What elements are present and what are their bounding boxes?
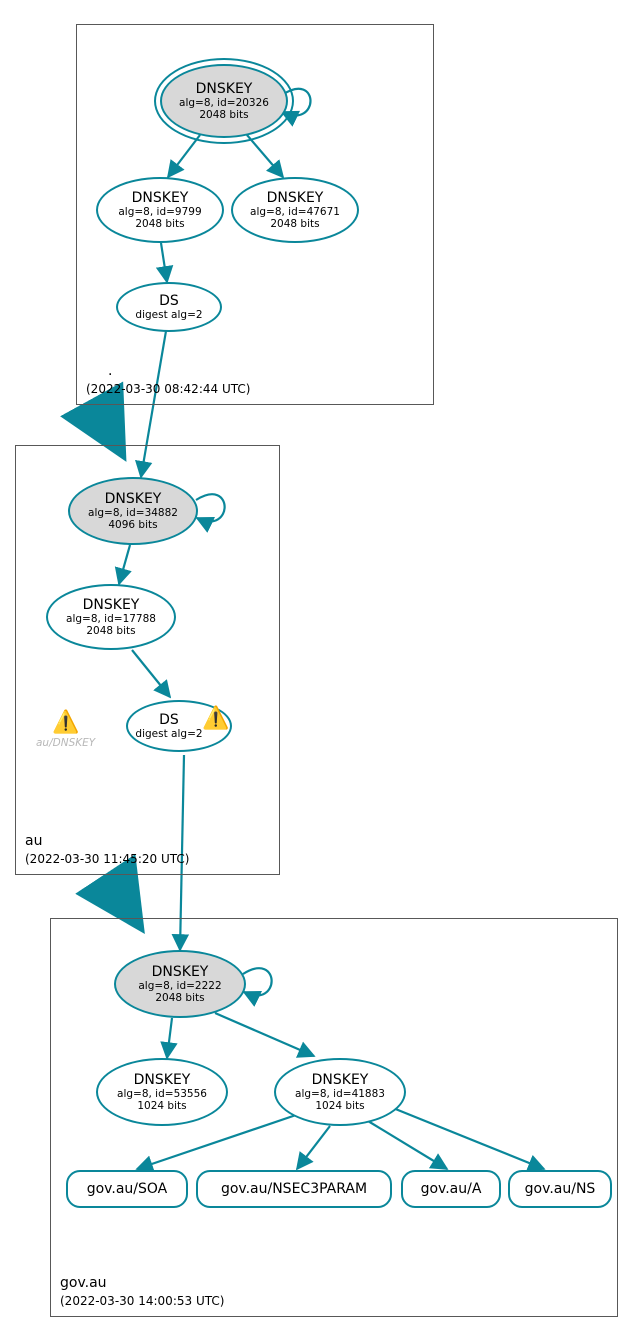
root-ksk-node[interactable]: DNSKEY alg=8, id=20326 2048 bits xyxy=(160,64,288,138)
zone-au-label: au xyxy=(25,833,42,849)
warning-icon[interactable]: ⚠️ xyxy=(52,712,79,734)
au-ksk-line2: 4096 bits xyxy=(108,519,157,531)
root-extra-title: DNSKEY xyxy=(267,190,324,206)
govau-ksk-node[interactable]: DNSKEY alg=8, id=2222 2048 bits xyxy=(114,950,246,1018)
govau-ksk-line2: 2048 bits xyxy=(155,992,204,1004)
au-ksk-line1: alg=8, id=34882 xyxy=(88,507,178,519)
au-dnskey-insecure-label: au/DNSKEY xyxy=(36,737,95,749)
root-ksk-line1: alg=8, id=20326 xyxy=(179,97,269,109)
warning-icon[interactable]: ⚠️ xyxy=(202,708,229,730)
record-a[interactable]: gov.au/A xyxy=(401,1170,501,1208)
au-zsk-line2: 2048 bits xyxy=(86,625,135,637)
record-ns[interactable]: gov.au/NS xyxy=(508,1170,612,1208)
au-ksk-title: DNSKEY xyxy=(105,491,162,507)
au-ds-title: DS xyxy=(159,712,179,728)
govau-zsk2-line1: alg=8, id=41883 xyxy=(295,1088,385,1100)
zone-au-timestamp: (2022-03-30 11:45:20 UTC) xyxy=(25,852,189,866)
dnssec-graph-canvas: . (2022-03-30 08:42:44 UTC) au (2022-03-… xyxy=(0,0,640,1333)
au-zsk-line1: alg=8, id=17788 xyxy=(66,613,156,625)
root-ksk-title: DNSKEY xyxy=(196,81,253,97)
root-zsk-title: DNSKEY xyxy=(132,190,189,206)
au-zsk-node[interactable]: DNSKEY alg=8, id=17788 2048 bits xyxy=(46,584,176,650)
govau-zsk1-title: DNSKEY xyxy=(134,1072,191,1088)
zone-govau-label: gov.au xyxy=(60,1275,107,1291)
govau-zsk2-title: DNSKEY xyxy=(312,1072,369,1088)
zone-govau-timestamp: (2022-03-30 14:00:53 UTC) xyxy=(60,1294,224,1308)
record-nsec3param[interactable]: gov.au/NSEC3PARAM xyxy=(196,1170,392,1208)
root-extra-line2: 2048 bits xyxy=(270,218,319,230)
govau-zsk2-line2: 1024 bits xyxy=(315,1100,364,1112)
au-ksk-node[interactable]: DNSKEY alg=8, id=34882 4096 bits xyxy=(68,477,198,545)
govau-ksk-line1: alg=8, id=2222 xyxy=(138,980,221,992)
zone-root-label: . xyxy=(108,363,112,379)
govau-zsk1-line2: 1024 bits xyxy=(137,1100,186,1112)
root-extra-dnskey-node[interactable]: DNSKEY alg=8, id=47671 2048 bits xyxy=(231,177,359,243)
root-ds-title: DS xyxy=(159,293,179,309)
record-soa[interactable]: gov.au/SOA xyxy=(66,1170,188,1208)
govau-ksk-title: DNSKEY xyxy=(152,964,209,980)
root-zsk-line1: alg=8, id=9799 xyxy=(118,206,201,218)
root-ksk-line2: 2048 bits xyxy=(199,109,248,121)
root-zsk-line2: 2048 bits xyxy=(135,218,184,230)
govau-zsk1-node[interactable]: DNSKEY alg=8, id=53556 1024 bits xyxy=(96,1058,228,1126)
govau-zsk1-line1: alg=8, id=53556 xyxy=(117,1088,207,1100)
root-ds-line1: digest alg=2 xyxy=(135,309,202,321)
root-zsk-node[interactable]: DNSKEY alg=8, id=9799 2048 bits xyxy=(96,177,224,243)
govau-zsk2-node[interactable]: DNSKEY alg=8, id=41883 1024 bits xyxy=(274,1058,406,1126)
root-ds-node[interactable]: DS digest alg=2 xyxy=(116,282,222,332)
root-extra-line1: alg=8, id=47671 xyxy=(250,206,340,218)
au-zsk-title: DNSKEY xyxy=(83,597,140,613)
au-ds-line1: digest alg=2 xyxy=(135,728,202,740)
zone-root-timestamp: (2022-03-30 08:42:44 UTC) xyxy=(86,382,250,396)
